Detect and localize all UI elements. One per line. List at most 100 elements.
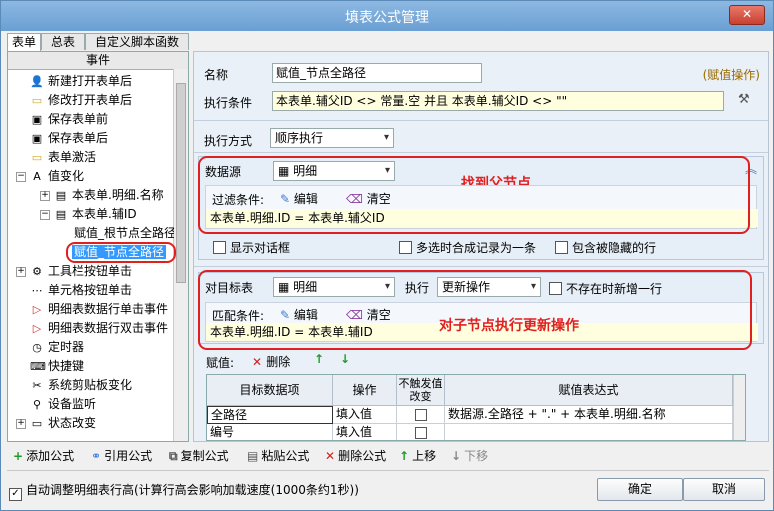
events-header: 事件 (8, 52, 188, 70)
tree-item-label: 单元格按钮单击 (48, 283, 133, 297)
divider (194, 152, 768, 153)
move-up-icon[interactable]: ↑ (314, 352, 324, 366)
tree-item-label: 工具栏按钮单击 (48, 264, 133, 278)
merge-multi-checkbox[interactable]: 多选时合成记录为一条 (399, 239, 536, 256)
close-button[interactable]: ✕ (729, 5, 765, 25)
plus-icon: + (13, 449, 24, 463)
auto-row-height-label: 自动调整明细表行高(计算行高会影响加载速度(1000条约1秒)) (26, 483, 359, 497)
divider (194, 120, 768, 121)
tree-item-after-save[interactable]: ▣ 保存表单后 (30, 129, 108, 147)
include-hidden-checkbox[interactable]: 包含被隐藏的行 (555, 239, 656, 256)
table-icon: ▤ (55, 208, 67, 221)
auto-row-height-checkbox[interactable]: ✓ 自动调整明细表行高(计算行高会影响加载速度(1000条约1秒)) (9, 481, 359, 501)
delete-x-icon: ✕ (325, 449, 336, 463)
condition-editor-icon[interactable]: ⚒ (738, 92, 750, 107)
expander-plus-icon[interactable]: + (40, 191, 50, 201)
highlight-oval (198, 156, 750, 234)
tree-item-aux-id[interactable]: ▤ 本表单.辅ID (54, 205, 137, 223)
tree-item-cell-click[interactable]: ⋯ 单元格按钮单击 (30, 281, 133, 299)
tree-item-modify-open[interactable]: ▭ 修改打开表单后 (30, 91, 132, 109)
cancel-button[interactable]: 取消 (683, 478, 765, 501)
tree-item-row-click[interactable]: ▷ 明细表数据行单击事件 (30, 300, 168, 318)
tree-item-label: 赋值_根节点全路径 (74, 226, 174, 240)
assign-grid: 目标数据项 操作 不触发值改变 赋值表达式 全路径 填入值 数据源.全路径 + … (206, 374, 746, 441)
move-up-button[interactable]: ↑ 上移 (399, 447, 436, 464)
move-down-icon[interactable]: ↓ (340, 352, 350, 366)
save-icon: ▣ (31, 113, 43, 126)
mode-label: 执行方式 (204, 134, 253, 148)
mode-select[interactable]: 顺序执行 ▾ (270, 128, 394, 148)
expander-plus-icon[interactable]: + (16, 267, 26, 277)
grid-cell-no-trigger[interactable] (397, 406, 445, 424)
tree-item-label: 设备监听 (48, 397, 97, 411)
tree-item-label: 系统剪贴板变化 (48, 378, 133, 392)
scissors-icon: ✂ (32, 379, 42, 392)
show-dialog-checkbox[interactable]: 显示对话框 (213, 239, 290, 256)
merge-multi-label: 多选时合成记录为一条 (416, 241, 537, 255)
ok-button[interactable]: 确定 (597, 478, 683, 501)
grid-cell-target[interactable]: 全路径 (207, 406, 333, 424)
tree-item-value-change[interactable]: A 值变化 (30, 167, 84, 185)
tree-item-before-save[interactable]: ▣ 保存表单前 (30, 110, 108, 128)
ref-formula-button[interactable]: ⚭ 引用公式 (91, 447, 152, 464)
tree-item-row-dblclick[interactable]: ▷ 明细表数据行双击事件 (30, 319, 168, 337)
tool-icon: ⚙ (32, 265, 42, 278)
expander-minus-icon[interactable]: − (40, 210, 50, 220)
tree-item-status-change[interactable]: ▭ 状态改变 (30, 414, 96, 432)
copy-formula-label: 复制公式 (180, 449, 229, 463)
tab-form[interactable]: 表单 (7, 33, 41, 52)
checkbox-box (399, 241, 412, 254)
value-icon: A (33, 170, 41, 183)
tree-item-new-open[interactable]: 👤 新建打开表单后 (30, 72, 132, 90)
grid-cell-no-trigger[interactable] (397, 424, 445, 440)
formula-manager-window: 填表公式管理 ✕ 表单 总表 自定义脚本函数 事件 👤 新建打开表单后 ▭ 修改打开… (0, 0, 774, 511)
grid-cell-target[interactable]: 编号 (207, 424, 333, 440)
move-down-button[interactable]: ↓ 下移 (451, 447, 488, 464)
delete-formula-button[interactable]: ✕ 删除公式 (325, 447, 386, 464)
grid-cell-op[interactable]: 填入值 (333, 424, 397, 440)
tree-item-clipboard[interactable]: ✂ 系统剪贴板变化 (30, 376, 132, 394)
tree-item-label: 明细表数据行单击事件 (48, 302, 169, 316)
tree-item-form-activate[interactable]: ▭ 表单激活 (30, 148, 96, 166)
table-icon: ▤ (55, 189, 67, 202)
delete-formula-label: 删除公式 (338, 449, 387, 463)
assign-delete-button[interactable]: ✕ 删除 (252, 353, 290, 370)
tab-custom-script[interactable]: 自定义脚本函数 (85, 33, 189, 50)
tree-item-label: 修改打开表单后 (48, 93, 133, 107)
grid-cell-expr[interactable] (445, 424, 733, 440)
paste-formula-button[interactable]: ▤ 粘贴公式 (247, 447, 309, 464)
grid-cell-expr[interactable]: 数据源.全路径 + "." + 本表单.明细.名称 (445, 406, 733, 424)
tree-item-timer[interactable]: ◷ 定时器 (30, 338, 84, 356)
tree-item-assign-root-path[interactable]: 赋值_根节点全路径 (74, 224, 174, 242)
move-up-label: 上移 (412, 449, 437, 463)
tree-item-hotkey[interactable]: ⌨ 快捷键 (30, 357, 84, 375)
add-formula-button[interactable]: + 添加公式 (13, 447, 74, 464)
person-icon: 👤 (30, 75, 44, 88)
tree-item-label: 状态改变 (48, 416, 97, 430)
ref-formula-label: 引用公式 (104, 449, 153, 463)
tree-item-detail-name[interactable]: ▤ 本表单.明细.名称 (54, 186, 164, 204)
formula-detail-panel: 名称 赋值_节点全路径 (赋值操作) 执行条件 本表单.辅父ID <> 常量.空… (193, 51, 769, 442)
checkbox-checked-icon: ✓ (9, 488, 22, 501)
status-icon: ▭ (31, 417, 43, 430)
tree-item-label: 值变化 (48, 169, 85, 183)
tree-item-toolbar-click[interactable]: ⚙ 工具栏按钮单击 (30, 262, 132, 280)
expander-plus-icon[interactable]: + (16, 419, 26, 429)
tree-item-label: 保存表单后 (48, 131, 109, 145)
grid-scrollbar[interactable] (733, 375, 745, 440)
condition-input[interactable]: 本表单.辅父ID <> 常量.空 并且 本表单.辅父ID <> "" (272, 91, 724, 111)
checkbox-box (414, 427, 427, 439)
tree-item-device[interactable]: ⚲ 设备监听 (30, 395, 96, 413)
flag-icon: ▷ (32, 322, 42, 335)
expander-minus-icon[interactable]: − (16, 172, 26, 182)
key-icon: ⌨ (30, 360, 46, 373)
grid-cell-op[interactable]: 填入值 (333, 406, 397, 424)
events-panel: 事件 👤 新建打开表单后 ▭ 修改打开表单后 ▣ 保存表单前 ▣ 保存表单后 ▭ 表单激活… (7, 51, 189, 442)
copy-formula-button[interactable]: ⧉ 复制公式 (169, 447, 229, 464)
scrollbar-thumb[interactable] (176, 83, 186, 283)
assign-label: 赋值: (206, 356, 235, 370)
tab-summary[interactable]: 总表 (41, 33, 85, 50)
checkbox-box (555, 241, 568, 254)
operation-type-tag: (赋值操作) (702, 68, 760, 82)
name-input[interactable]: 赋值_节点全路径 (272, 63, 482, 83)
